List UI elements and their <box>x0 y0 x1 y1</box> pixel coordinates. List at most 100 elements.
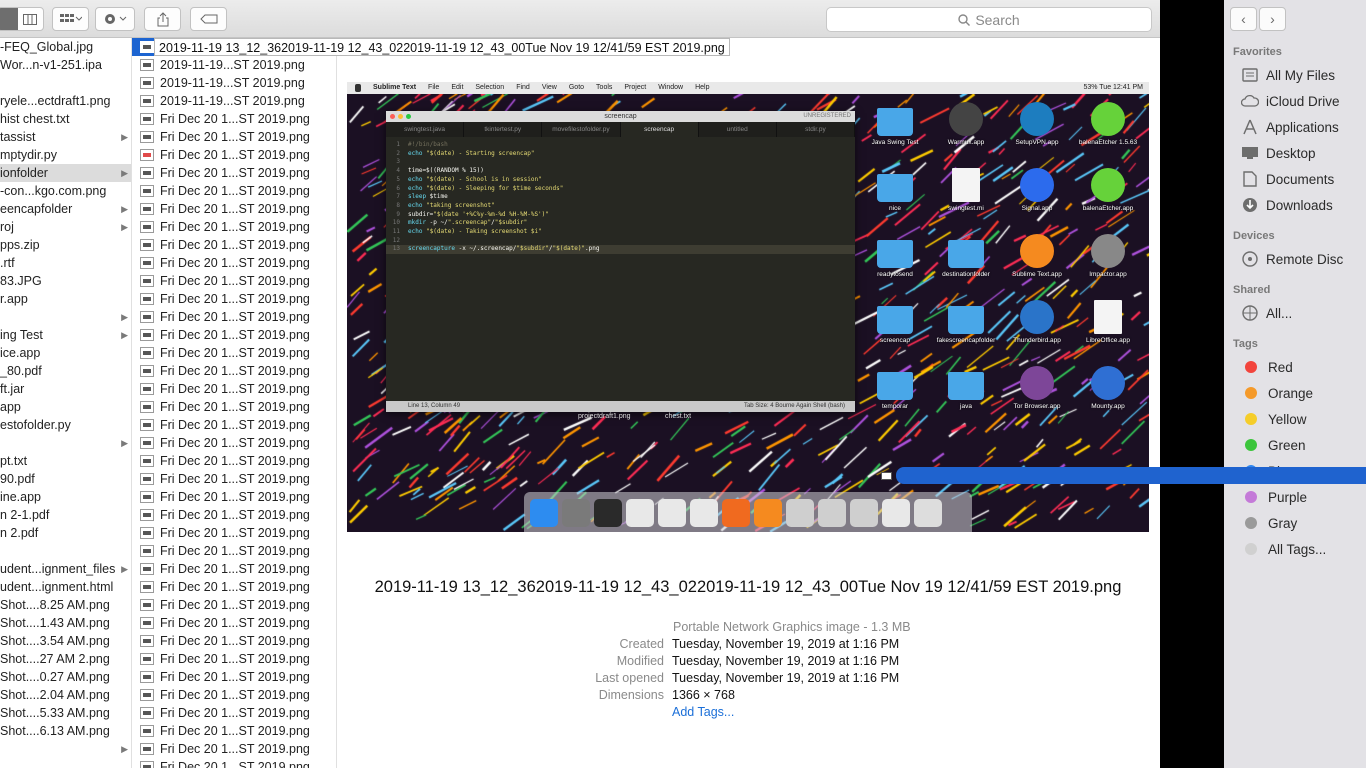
column1-item[interactable]: Shot....27 AM 2.png <box>0 650 131 668</box>
sidebar-item-all-tags[interactable]: All Tags... <box>1240 539 1326 559</box>
column1-item[interactable]: 90.pdf <box>0 470 131 488</box>
sidebar-item-applications[interactable]: Applications <box>1240 117 1339 137</box>
column1-item[interactable]: pt.txt <box>0 452 131 470</box>
back-button[interactable]: ‹ <box>1230 7 1257 31</box>
sidebar-item-desktop[interactable]: Desktop <box>1240 143 1316 163</box>
column1-item[interactable]: Shot....8.25 AM.png <box>0 596 131 614</box>
sidebar-item-remote-disc[interactable]: Remote Disc <box>1240 249 1343 269</box>
sidebar-item-icloud-drive[interactable]: iCloud Drive <box>1240 91 1340 111</box>
column2-item[interactable]: Fri Dec 20 1...ST 2019.png <box>132 434 336 452</box>
column1-item[interactable]: ice.app <box>0 344 131 362</box>
column1-item[interactable]: Shot....2.04 AM.png <box>0 686 131 704</box>
column1-item[interactable]: ionfolder ▶ <box>0 164 131 182</box>
column2-item[interactable]: Fri Dec 20 1...ST 2019.png <box>132 344 336 362</box>
column1-item[interactable]: eencapfolder ▶ <box>0 200 131 218</box>
column2-item[interactable]: Fri Dec 20 1...ST 2019.png <box>132 524 336 542</box>
column1-item[interactable]: Shot....6.13 AM.png <box>0 722 131 740</box>
column2-item[interactable]: Fri Dec 20 1...ST 2019.png <box>132 704 336 722</box>
column2-item[interactable]: Fri Dec 20 1...ST 2019.png <box>132 506 336 524</box>
column2-item[interactable]: 2019-11-19...ST 2019.png <box>132 92 336 110</box>
arrange-button[interactable] <box>52 7 89 31</box>
column1-item[interactable]: r.app <box>0 290 131 308</box>
column2-item[interactable]: Fri Dec 20 1...ST 2019.png <box>132 614 336 632</box>
drag-selection-bar[interactable] <box>896 467 1366 484</box>
column1-item[interactable]: tassist ▶ <box>0 128 131 146</box>
column2-item[interactable]: Fri Dec 20 1...ST 2019.png <box>132 596 336 614</box>
column2-item[interactable]: Fri Dec 20 1...ST 2019.png <box>132 236 336 254</box>
column2-item[interactable]: Fri Dec 20 1...ST 2019.png <box>132 560 336 578</box>
sidebar-item-green[interactable]: Green <box>1240 435 1306 455</box>
search-field[interactable]: Search <box>826 7 1152 32</box>
column1-item[interactable] <box>0 74 131 92</box>
column2-item[interactable]: Fri Dec 20 1...ST 2019.png <box>132 146 336 164</box>
column2-item[interactable]: 2019-11-19...ST 2019.png <box>132 74 336 92</box>
column2-item[interactable]: Fri Dec 20 1...ST 2019.png <box>132 650 336 668</box>
columns-view-icon[interactable] <box>18 13 42 25</box>
column2-item[interactable]: Fri Dec 20 1...ST 2019.png <box>132 380 336 398</box>
tags-button[interactable] <box>190 7 227 31</box>
column1-item[interactable]: ing Test ▶ <box>0 326 131 344</box>
column1-item[interactable]: udent...ignment_files ▶ <box>0 560 131 578</box>
sidebar-item-purple[interactable]: Purple <box>1240 487 1307 507</box>
share-button[interactable] <box>144 7 181 31</box>
column2-item[interactable]: Fri Dec 20 1...ST 2019.png <box>132 740 336 758</box>
column2-item[interactable]: 2019-11-19...ST 2019.png <box>132 56 336 74</box>
browser-column-2[interactable]: 2019-11-19 13_12_362019-11-19 12_43_0220… <box>132 38 337 768</box>
column1-item[interactable]: pps.zip <box>0 236 131 254</box>
column2-item[interactable]: Fri Dec 20 1...ST 2019.png <box>132 308 336 326</box>
column2-item[interactable]: Fri Dec 20 1...ST 2019.png <box>132 254 336 272</box>
sidebar-item-documents[interactable]: Documents <box>1240 169 1334 189</box>
column2-item[interactable]: Fri Dec 20 1...ST 2019.png <box>132 542 336 560</box>
column2-item[interactable]: Fri Dec 20 1...ST 2019.png <box>132 452 336 470</box>
column1-item[interactable]: Shot....1.43 AM.png <box>0 614 131 632</box>
column2-item[interactable]: Fri Dec 20 1...ST 2019.png <box>132 722 336 740</box>
column1-item[interactable]: mptydir.py <box>0 146 131 164</box>
column1-item[interactable]: Shot....0.27 AM.png <box>0 668 131 686</box>
forward-button[interactable]: › <box>1259 7 1286 31</box>
column1-item[interactable]: roj ▶ <box>0 218 131 236</box>
column1-item[interactable]: ft.jar <box>0 380 131 398</box>
column2-item[interactable]: Fri Dec 20 1...ST 2019.png <box>132 632 336 650</box>
column1-item[interactable]: ▶ <box>0 308 131 326</box>
column1-item[interactable]: estofolder.py <box>0 416 131 434</box>
column2-item[interactable]: Fri Dec 20 1...ST 2019.png <box>132 362 336 380</box>
column2-item[interactable]: Fri Dec 20 1...ST 2019.png <box>132 164 336 182</box>
column1-item[interactable]: Wor...n-v1-251.ipa <box>0 56 131 74</box>
column1-item[interactable]: .rtf <box>0 254 131 272</box>
browser-column-1[interactable]: -FEQ_Global.jpg Wor...n-v1-251.ipa ryele..… <box>0 38 132 768</box>
sidebar-item-gray[interactable]: Gray <box>1240 513 1297 533</box>
column2-item[interactable]: Fri Dec 20 1...ST 2019.png <box>132 110 336 128</box>
list-view-icon[interactable] <box>0 8 18 30</box>
column2-item[interactable]: Fri Dec 20 1...ST 2019.png <box>132 578 336 596</box>
column1-item[interactable]: Shot....3.54 AM.png <box>0 632 131 650</box>
column2-item[interactable]: Fri Dec 20 1...ST 2019.png <box>132 758 336 768</box>
column1-item[interactable]: ryele...ectdraft1.png <box>0 92 131 110</box>
column1-item[interactable]: 83.JPG <box>0 272 131 290</box>
column2-item[interactable]: Fri Dec 20 1...ST 2019.png <box>132 416 336 434</box>
column1-item[interactable]: ine.app <box>0 488 131 506</box>
column1-item[interactable]: udent...ignment.html <box>0 578 131 596</box>
column1-item[interactable]: hist chest.txt <box>0 110 131 128</box>
column2-item[interactable]: Fri Dec 20 1...ST 2019.png <box>132 200 336 218</box>
column1-item[interactable] <box>0 542 131 560</box>
column1-item[interactable]: -FEQ_Global.jpg <box>0 38 131 56</box>
column2-item[interactable]: Fri Dec 20 1...ST 2019.png <box>132 488 336 506</box>
column2-item[interactable]: Fri Dec 20 1...ST 2019.png <box>132 128 336 146</box>
column2-item[interactable]: Fri Dec 20 1...ST 2019.png <box>132 686 336 704</box>
sidebar-item-all-my-files[interactable]: All My Files <box>1240 65 1335 85</box>
column2-item[interactable]: Fri Dec 20 1...ST 2019.png <box>132 326 336 344</box>
column1-item[interactable]: Shot....5.33 AM.png <box>0 704 131 722</box>
sidebar-item-orange[interactable]: Orange <box>1240 383 1313 403</box>
column2-item[interactable]: Fri Dec 20 1...ST 2019.png <box>132 182 336 200</box>
sidebar-item-red[interactable]: Red <box>1240 357 1293 377</box>
column2-item[interactable]: Fri Dec 20 1...ST 2019.png <box>132 218 336 236</box>
column2-item[interactable]: Fri Dec 20 1...ST 2019.png <box>132 668 336 686</box>
column1-item[interactable]: -con...kgo.com.png <box>0 182 131 200</box>
column1-item[interactable]: n 2.pdf <box>0 524 131 542</box>
column1-item[interactable]: app <box>0 398 131 416</box>
sidebar-item-downloads[interactable]: Downloads <box>1240 195 1333 215</box>
column1-item[interactable]: n 2-1.pdf <box>0 506 131 524</box>
column2-item[interactable]: Fri Dec 20 1...ST 2019.png <box>132 398 336 416</box>
view-mode-toggle[interactable] <box>0 7 44 31</box>
column1-item[interactable]: ▶ <box>0 740 131 758</box>
